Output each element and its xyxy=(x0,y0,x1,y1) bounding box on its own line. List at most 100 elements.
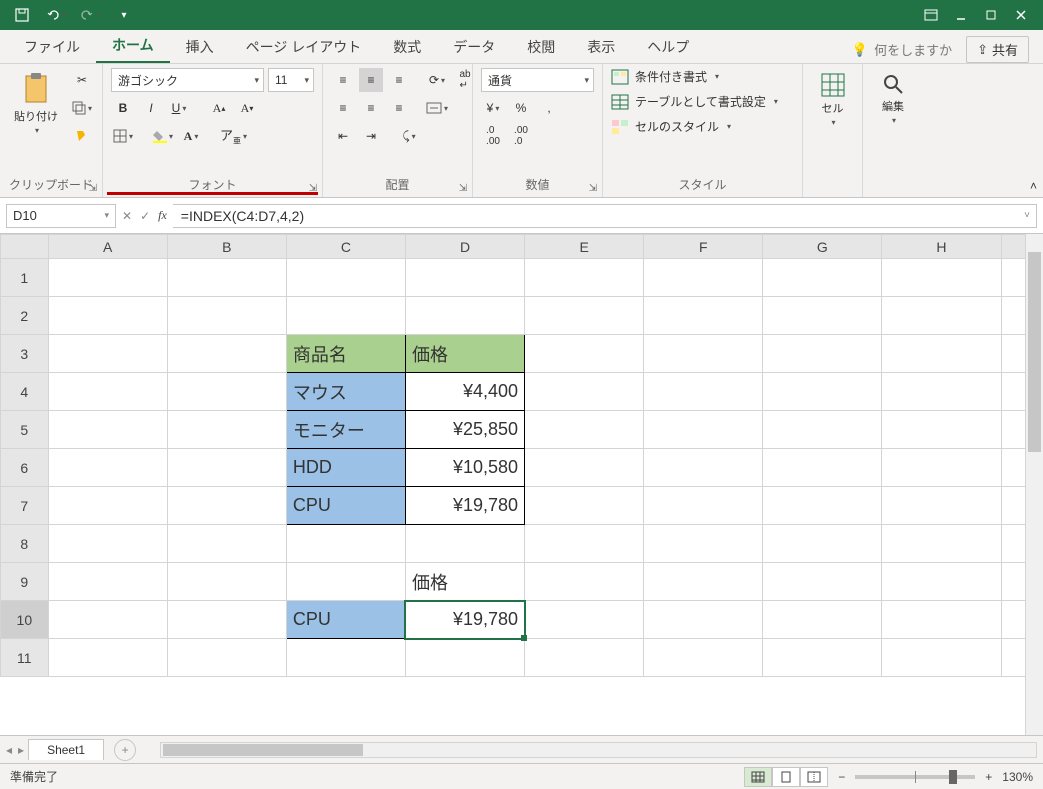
row-header[interactable]: 4 xyxy=(1,373,49,411)
share-button[interactable]: ⇪ 共有 xyxy=(966,36,1029,63)
dialog-launcher-icon[interactable]: ⇲ xyxy=(456,181,470,195)
vertical-scrollbar[interactable] xyxy=(1025,234,1043,735)
dialog-launcher-icon[interactable]: ⇲ xyxy=(86,181,100,195)
cell[interactable]: ¥25,850 xyxy=(405,411,524,449)
tab-data[interactable]: データ xyxy=(437,31,511,63)
font-size-select[interactable]: 11 xyxy=(268,68,314,92)
font-color-icon[interactable]: A xyxy=(179,124,203,148)
row-header[interactable]: 6 xyxy=(1,449,49,487)
dialog-launcher-icon[interactable]: ⇲ xyxy=(306,181,320,195)
row-header[interactable]: 8 xyxy=(1,525,49,563)
tab-page-layout[interactable]: ページ レイアウト xyxy=(230,31,378,63)
tab-formulas[interactable]: 数式 xyxy=(377,31,437,63)
cell-styles-button[interactable]: セルのスタイル xyxy=(611,118,778,135)
phonetic-icon[interactable]: ア亜 xyxy=(219,124,248,148)
copy-icon[interactable] xyxy=(70,96,94,120)
format-as-table-button[interactable]: テーブルとして書式設定 xyxy=(611,93,778,110)
col-header[interactable]: D xyxy=(405,235,524,259)
row-header[interactable]: 11 xyxy=(1,639,49,677)
add-sheet-icon[interactable]: + xyxy=(114,739,136,761)
qat-customize-icon[interactable]: ▾ xyxy=(110,3,138,27)
col-header[interactable]: A xyxy=(48,235,167,259)
percent-icon[interactable]: % xyxy=(509,96,533,120)
cut-icon[interactable]: ✂ xyxy=(70,68,94,92)
dialog-launcher-icon[interactable]: ⇲ xyxy=(586,181,600,195)
cell[interactable]: 価格 xyxy=(405,335,524,373)
tab-file[interactable]: ファイル xyxy=(8,31,96,63)
cell[interactable]: CPU xyxy=(286,601,405,639)
cell[interactable]: 商品名 xyxy=(286,335,405,373)
paste-button[interactable]: 貼り付け xyxy=(8,68,64,139)
cell[interactable]: HDD xyxy=(286,449,405,487)
tab-insert[interactable]: 挿入 xyxy=(170,31,230,63)
row-header[interactable]: 3 xyxy=(1,335,49,373)
conditional-format-button[interactable]: 条件付き書式 xyxy=(611,68,778,85)
bold-button[interactable]: B xyxy=(111,96,135,120)
number-format-select[interactable]: 通貨 xyxy=(481,68,594,92)
decrease-decimal-icon[interactable]: .00.0 xyxy=(509,124,533,148)
sheet-nav-prev-icon[interactable]: ◂ xyxy=(6,743,12,757)
borders-icon[interactable] xyxy=(111,124,135,148)
cell[interactable]: ¥19,780 xyxy=(405,487,524,525)
accounting-format-icon[interactable]: ¥ xyxy=(481,96,505,120)
align-bottom-icon[interactable]: ≡ xyxy=(387,68,411,92)
zoom-slider[interactable] xyxy=(855,775,975,779)
underline-button[interactable]: U xyxy=(167,96,191,120)
cell-selected[interactable]: ¥19,780 xyxy=(405,601,524,639)
tab-help[interactable]: ヘルプ xyxy=(631,31,705,63)
col-header[interactable]: B xyxy=(167,235,286,259)
fx-icon[interactable]: fx xyxy=(158,208,167,223)
sheet-nav-next-icon[interactable]: ▸ xyxy=(18,743,24,757)
editing-button[interactable]: 編集 xyxy=(875,68,911,129)
comma-icon[interactable]: , xyxy=(537,96,561,120)
tab-view[interactable]: 表示 xyxy=(571,31,631,63)
cell[interactable]: CPU xyxy=(286,487,405,525)
maximize-icon[interactable] xyxy=(977,3,1005,27)
shrink-font-icon[interactable]: A▾ xyxy=(235,96,259,120)
increase-indent-icon[interactable]: ⇥ xyxy=(359,124,383,148)
font-name-select[interactable]: 游ゴシック xyxy=(111,68,264,92)
worksheet-grid[interactable]: A B C D E F G H 1 2 3商品名価格 4マウス¥4,400 5モ… xyxy=(0,234,1043,735)
grow-font-icon[interactable]: A▴ xyxy=(207,96,231,120)
row-header[interactable]: 7 xyxy=(1,487,49,525)
page-layout-view-icon[interactable] xyxy=(772,767,800,787)
cell[interactable]: ¥4,400 xyxy=(405,373,524,411)
tab-home[interactable]: ホーム xyxy=(96,29,170,63)
align-top-icon[interactable]: ≡ xyxy=(331,68,355,92)
formula-input[interactable]: =INDEX(C4:D7,4,2) xyxy=(173,204,1037,228)
col-header[interactable]: H xyxy=(882,235,1001,259)
save-icon[interactable] xyxy=(8,3,36,27)
merge-icon[interactable] xyxy=(425,96,449,120)
cancel-icon[interactable]: ✕ xyxy=(122,209,132,223)
row-header[interactable]: 10 xyxy=(1,601,49,639)
tell-me-search[interactable]: 💡 何をしますか xyxy=(852,40,952,59)
row-header[interactable]: 9 xyxy=(1,563,49,601)
col-header[interactable]: C xyxy=(286,235,405,259)
italic-button[interactable]: I xyxy=(139,96,163,120)
cells-button[interactable]: セル xyxy=(814,68,852,131)
align-center-icon[interactable]: ≡ xyxy=(359,96,383,120)
col-header[interactable]: G xyxy=(763,235,882,259)
align-right-icon[interactable]: ≡ xyxy=(387,96,411,120)
enter-icon[interactable]: ✓ xyxy=(140,209,150,223)
undo-icon[interactable] xyxy=(42,3,70,27)
horizontal-scrollbar[interactable] xyxy=(160,742,1037,758)
zoom-out-icon[interactable]: − xyxy=(838,770,845,784)
sheet-tab[interactable]: Sheet1 xyxy=(28,739,104,760)
cell[interactable]: ¥10,580 xyxy=(405,449,524,487)
cell[interactable]: マウス xyxy=(286,373,405,411)
row-header[interactable]: 2 xyxy=(1,297,49,335)
align-middle-icon[interactable]: ≡ xyxy=(359,68,383,92)
normal-view-icon[interactable] xyxy=(744,767,772,787)
format-painter-icon[interactable] xyxy=(70,124,94,148)
col-header[interactable]: E xyxy=(525,235,644,259)
align-left-icon[interactable]: ≡ xyxy=(331,96,355,120)
zoom-level[interactable]: 130% xyxy=(1002,770,1033,784)
text-direction-icon[interactable]: ⤹ xyxy=(397,124,421,148)
row-header[interactable]: 5 xyxy=(1,411,49,449)
orientation-icon[interactable]: ⟳ xyxy=(425,68,449,92)
cell[interactable]: モニター xyxy=(286,411,405,449)
row-header[interactable]: 1 xyxy=(1,259,49,297)
fill-color-icon[interactable] xyxy=(151,124,175,148)
page-break-view-icon[interactable] xyxy=(800,767,828,787)
